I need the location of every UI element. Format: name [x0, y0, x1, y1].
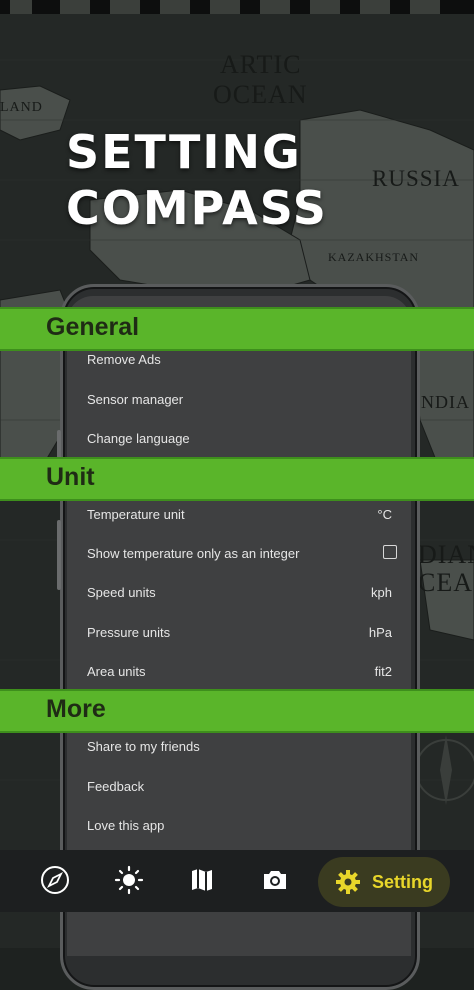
nav-camera[interactable] — [258, 863, 292, 897]
section-title-unit: Unit — [46, 463, 95, 491]
setting-temperature-integer[interactable]: Show temperature only as an integer — [67, 534, 411, 573]
map-label-indian: DIAN — [418, 540, 474, 569]
section-title-more: More — [46, 695, 106, 723]
map-label-land: LAND — [0, 100, 43, 115]
setting-label: Share to my friends — [87, 739, 200, 754]
setting-label: Area units — [87, 664, 146, 679]
setting-value: kph — [371, 585, 392, 600]
setting-label: Remove Ads — [87, 352, 161, 367]
setting-change-language[interactable]: Change language — [67, 419, 411, 458]
setting-pressure-units[interactable]: Pressure units hPa — [67, 613, 411, 652]
map-label-artic: ARTIC — [220, 50, 302, 79]
setting-share-friends[interactable]: Share to my friends — [67, 727, 411, 766]
nav-setting-active[interactable]: Setting — [318, 857, 450, 907]
setting-label: Love this app — [87, 818, 165, 833]
promo-title-line2: COMPASS — [66, 181, 328, 235]
setting-sensor-manager[interactable]: Sensor manager — [67, 380, 411, 419]
setting-feedback[interactable]: Feedback — [67, 767, 411, 806]
brightness-icon — [114, 865, 144, 895]
setting-value: °C — [377, 507, 392, 522]
map-icon — [192, 869, 212, 891]
phone-side-button — [57, 520, 61, 590]
section-title-general: General — [46, 313, 140, 341]
setting-area-units[interactable]: Area units fit2 — [67, 652, 411, 691]
setting-label: Show temperature only as an integer — [87, 546, 300, 561]
setting-love-app[interactable]: Love this app — [67, 806, 411, 845]
setting-label: Pressure units — [87, 625, 171, 640]
setting-value: fit2 — [374, 664, 392, 679]
gear-icon — [336, 870, 360, 894]
nav-setting-label: Setting — [372, 872, 433, 892]
map-label-ocean: OCEAN — [213, 80, 308, 109]
setting-label: Change language — [87, 431, 190, 446]
setting-value: hPa — [368, 625, 392, 640]
map-label-india: INDIA — [414, 392, 470, 412]
promo-title: SETTING COMPASS — [66, 124, 328, 236]
nav-brightness[interactable] — [112, 863, 146, 897]
setting-label: Temperature unit — [87, 507, 185, 522]
setting-speed-units[interactable]: Speed units kph — [67, 573, 411, 612]
setting-label: Speed units — [87, 585, 156, 600]
setting-remove-ads[interactable]: Remove Ads — [67, 340, 411, 379]
setting-label: Sensor manager — [87, 392, 184, 407]
promo-title-line1: SETTING — [66, 125, 302, 179]
setting-temperature-unit[interactable]: Temperature unit °C — [67, 495, 411, 534]
nav-compass[interactable] — [38, 863, 72, 897]
camera-icon — [264, 871, 286, 889]
integer-checkbox[interactable] — [383, 545, 397, 559]
map-label-kazakhstan: KAZAKHSTAN — [328, 250, 420, 264]
setting-label: Feedback — [87, 779, 145, 794]
map-label-indian-ocean: CEAN — [418, 568, 474, 597]
map-label-russia: RUSSIA — [372, 166, 460, 191]
compass-icon — [41, 866, 69, 894]
nav-map[interactable] — [185, 863, 219, 897]
